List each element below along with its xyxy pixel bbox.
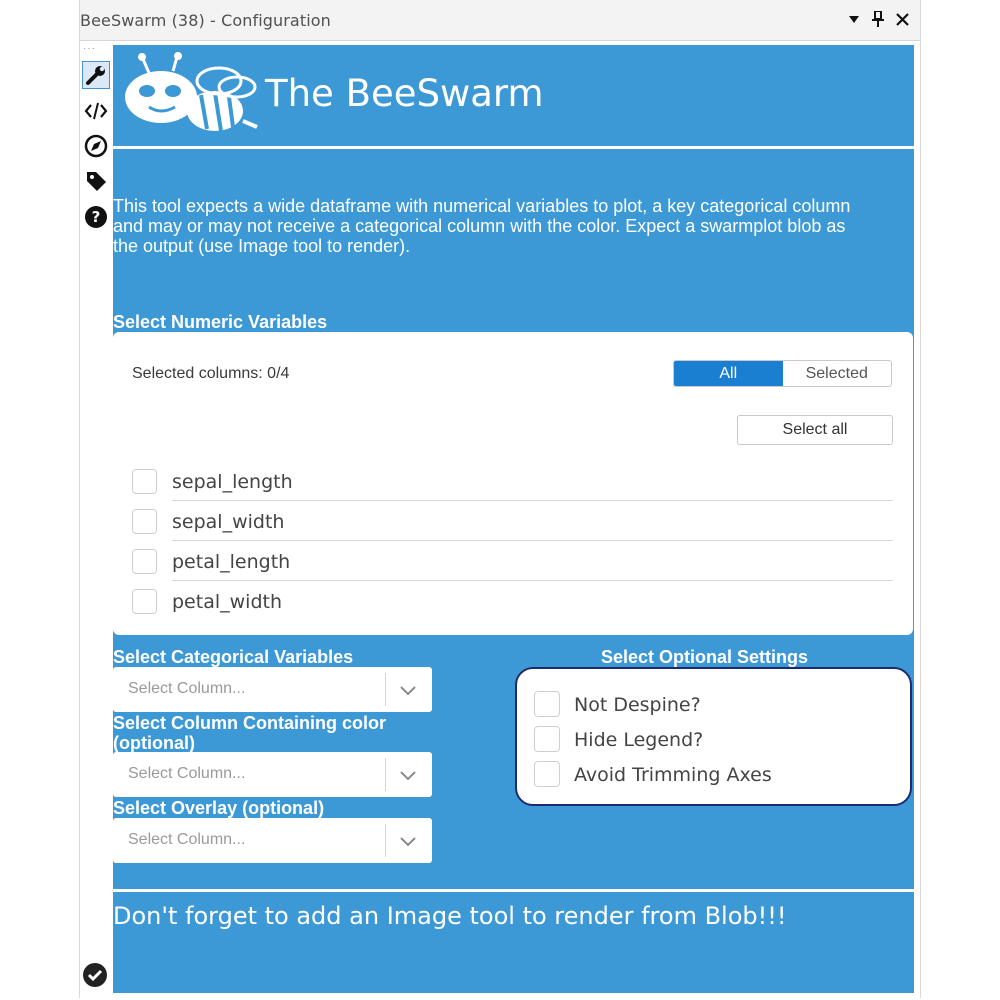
categorical-select[interactable]: Select Column... <box>113 667 432 712</box>
color-column-label: Select Column Containing color (optional… <box>113 713 387 753</box>
app-title: The BeeSwarm <box>265 72 544 115</box>
dropdown-arrow-icon[interactable] <box>844 8 864 30</box>
config-toolbar: ··· ? <box>80 41 112 998</box>
color-column-select[interactable]: Select Column... <box>113 752 432 797</box>
svg-text:?: ? <box>92 208 101 226</box>
column-checkbox[interactable] <box>132 549 157 574</box>
select-all-button[interactable]: Select all <box>737 415 893 445</box>
help-icon[interactable]: ? <box>82 203 110 231</box>
column-checkbox[interactable] <box>132 589 157 614</box>
selected-count: Selected columns: 0/4 <box>132 365 290 382</box>
overlay-select[interactable]: Select Column... <box>113 818 432 863</box>
column-checkbox[interactable] <box>132 509 157 534</box>
compass-icon[interactable] <box>82 132 110 160</box>
list-item: petal_width <box>132 581 893 621</box>
optional-settings-panel: Not Despine? Hide Legend? Avoid Trimming… <box>515 667 912 806</box>
setting-checkbox[interactable] <box>534 761 560 787</box>
column-checkbox[interactable] <box>132 469 157 494</box>
chevron-down-icon[interactable] <box>397 830 419 852</box>
configuration-window: BeeSwarm (38) - Configuration ··· ? The … <box>79 0 921 998</box>
header-divider <box>113 146 914 149</box>
header: The BeeSwarm <box>113 45 914 146</box>
footer-note: Don't forget to add an Image tool to ren… <box>113 902 787 930</box>
chevron-down-icon[interactable] <box>397 679 419 701</box>
column-label: petal_length <box>172 551 291 573</box>
tag-icon[interactable] <box>82 167 110 195</box>
footer-divider <box>113 889 914 892</box>
list-item: sepal_length <box>132 461 893 501</box>
setting-label: Not Despine? <box>574 694 701 716</box>
filter-toggle: All Selected <box>673 360 892 387</box>
select-placeholder: Select Column... <box>128 680 246 697</box>
window-title: BeeSwarm (38) - Configuration <box>80 11 331 30</box>
setting-label: Avoid Trimming Axes <box>574 764 772 786</box>
code-icon[interactable] <box>82 97 110 125</box>
filter-all-button[interactable]: All <box>674 361 783 386</box>
select-separator <box>385 673 386 706</box>
chevron-down-icon[interactable] <box>397 764 419 786</box>
close-icon[interactable] <box>892 8 912 30</box>
numeric-variables-panel: Selected columns: 0/4 All Selected Selec… <box>113 332 913 635</box>
select-placeholder: Select Column... <box>128 765 246 782</box>
filter-selected-button[interactable]: Selected <box>783 361 892 386</box>
list-item: sepal_width <box>132 501 893 541</box>
list-item: petal_length <box>132 541 893 581</box>
window-controls <box>844 8 912 30</box>
setting-checkbox[interactable] <box>534 691 560 717</box>
select-placeholder: Select Column... <box>128 831 246 848</box>
window-titlebar: BeeSwarm (38) - Configuration <box>80 0 920 41</box>
pin-icon[interactable] <box>868 8 888 30</box>
categorical-variables-label: Select Categorical Variables <box>113 647 354 667</box>
config-panel: The BeeSwarm This tool expects a wide da… <box>113 45 914 993</box>
optional-settings-label: Select Optional Settings <box>601 647 809 667</box>
bee-logo-icon <box>121 51 261 142</box>
checkmark-circle-icon <box>82 962 108 988</box>
setting-checkbox[interactable] <box>534 726 560 752</box>
column-label: petal_width <box>172 591 282 613</box>
select-separator <box>385 824 386 857</box>
tool-description: This tool expects a wide dataframe with … <box>113 196 851 256</box>
numeric-variables-label: Select Numeric Variables <box>113 312 328 332</box>
overlay-label: Select Overlay (optional) <box>113 798 325 818</box>
column-label: sepal_length <box>172 471 293 493</box>
column-label: sepal_width <box>172 511 285 533</box>
toolbar-grip: ··· <box>83 43 96 54</box>
wrench-icon[interactable] <box>82 61 110 89</box>
select-separator <box>385 758 386 791</box>
setting-label: Hide Legend? <box>574 729 704 751</box>
